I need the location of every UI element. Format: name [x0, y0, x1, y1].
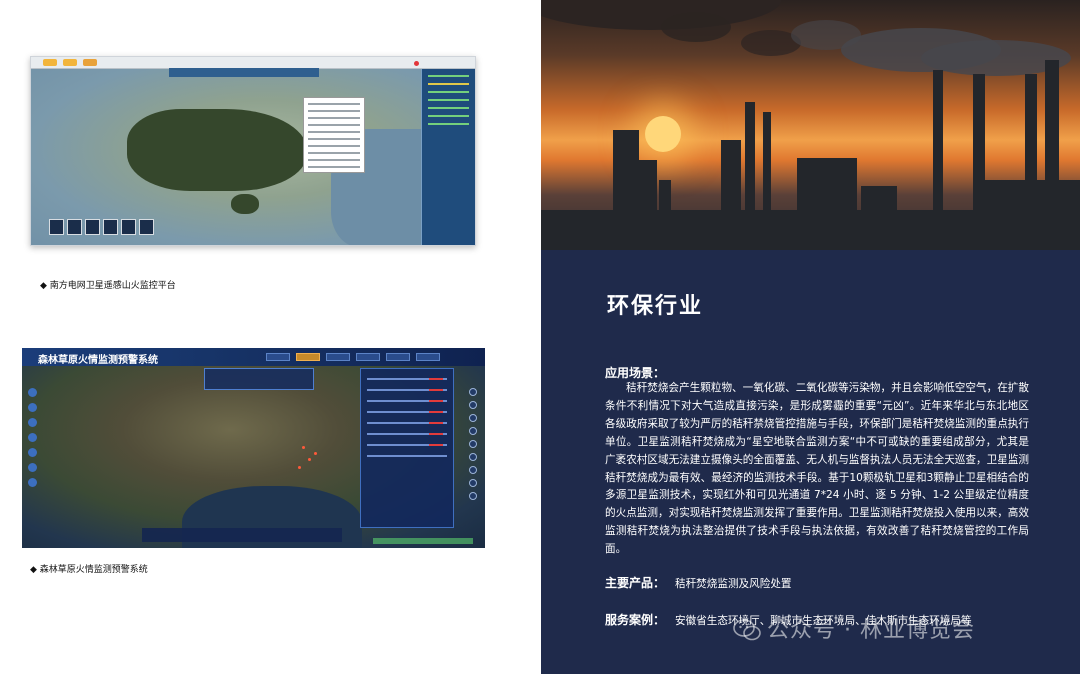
caption-2: ◆ 森林草原火情监测预警系统: [30, 565, 148, 575]
smoke: [791, 20, 861, 50]
caption-1: ◆ 南方电网卫星遥感山火监控平台: [40, 281, 176, 291]
system-header: 森林草原火情监测预警系统: [22, 348, 485, 366]
left-page: ◆ 南方电网卫星遥感山火监控平台 森林草原火情监测预警系统 ◆ 森林草原火情监测…: [0, 0, 541, 674]
header-tab: [356, 353, 380, 361]
application-label: 应用场景：: [605, 366, 666, 380]
toolbar-pill: [63, 59, 77, 66]
header-tab: [266, 353, 290, 361]
wechat-icon: [733, 619, 761, 641]
tower: [721, 140, 741, 250]
power-grid-fire-platform-screenshot: [30, 56, 476, 246]
header-tab: [326, 353, 350, 361]
island-region: [231, 194, 259, 214]
satellite-map: [31, 69, 423, 245]
fire-info-popup: [303, 97, 365, 173]
cases-label: 服务案例：: [605, 613, 666, 627]
imagery-thumbnails: [37, 219, 157, 239]
right-page: 环保行业 应用场景： 秸秆焚烧会产生颗粒物、一氧化碳、二氧化碳等污染物，并且会影…: [541, 0, 1080, 674]
building: [861, 186, 897, 250]
thumbnail: [85, 219, 100, 235]
watermark: 公众号 · 林业博览会: [767, 618, 975, 643]
thumbnail: [103, 219, 118, 235]
thumbnail: [67, 219, 82, 235]
header-tab: [296, 353, 320, 361]
toolbar-pill: [83, 59, 97, 66]
right-tool-column: [469, 388, 479, 518]
section-title: 环保行业: [607, 294, 704, 319]
forest-fire-warning-system-screenshot: 森林草原火情监测预警系统: [22, 348, 485, 548]
chimney: [745, 102, 755, 250]
alert-dot: [414, 61, 419, 66]
fire-list-panel: [360, 368, 454, 528]
header-tab: [386, 353, 410, 361]
left-tool-column: [28, 388, 38, 498]
tower: [639, 160, 657, 250]
toolbar-pill: [43, 59, 57, 66]
products-value: 秸秆焚烧监测及风险处置: [675, 578, 792, 590]
fire-point: [298, 466, 301, 469]
tower: [613, 130, 639, 250]
chimney: [763, 112, 771, 250]
system-title: 森林草原火情监测预警系统: [38, 355, 158, 366]
application-text: 秸秆焚烧会产生颗粒物、一氧化碳、二氧化碳等污染物，并且会影响低空空气，在扩散条件…: [605, 382, 1029, 556]
chimney: [933, 70, 943, 250]
timeline-bar: [142, 528, 342, 542]
thumbnail: [139, 219, 154, 235]
products-label: 主要产品：: [605, 576, 666, 590]
building: [981, 180, 1080, 250]
fire-point: [302, 446, 305, 449]
header-tab: [416, 353, 440, 361]
tower: [659, 180, 671, 250]
map-tab-bar: [169, 68, 319, 77]
sun: [645, 116, 681, 152]
coordinate-readout: [373, 538, 473, 544]
industrial-sunset-photo: [541, 0, 1080, 250]
building: [797, 158, 857, 250]
stats-panel: [204, 368, 314, 390]
monitored-region: [127, 109, 307, 191]
cloud: [661, 12, 731, 42]
side-panel: [421, 69, 475, 245]
thumbnail: [121, 219, 136, 235]
thumbnail: [49, 219, 64, 235]
fire-point: [314, 452, 317, 455]
fire-point: [308, 458, 311, 461]
